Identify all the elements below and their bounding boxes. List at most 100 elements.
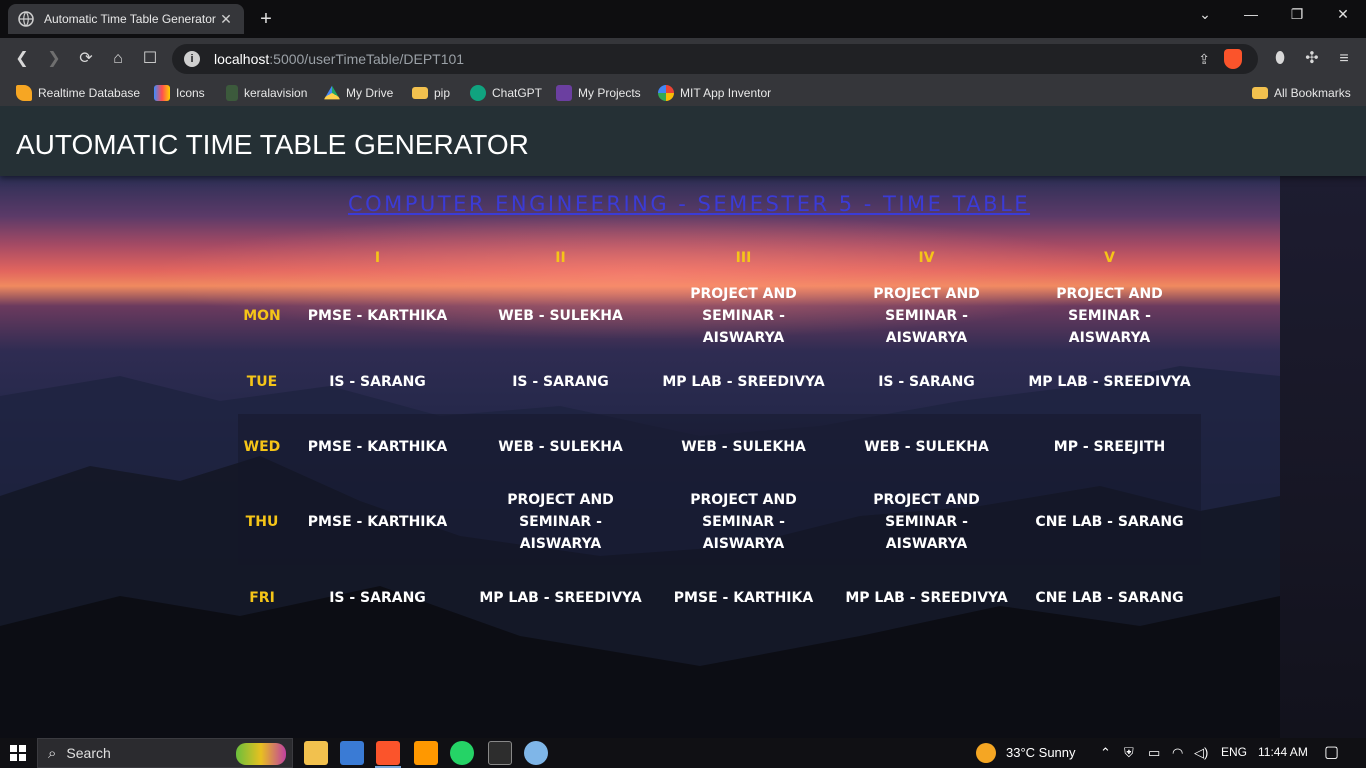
all-bookmarks[interactable]: All Bookmarks — [1252, 84, 1351, 102]
bookmark-item[interactable]: ChatGPT — [470, 84, 542, 102]
extensions-icon[interactable]: ✣ — [1300, 47, 1324, 71]
keralavision-icon — [226, 85, 238, 101]
timetable-cell: PMSE - KARTHIKA — [307, 514, 448, 530]
address-bar[interactable]: i localhost :5000/userTimeTable/DEPT101 … — [172, 44, 1258, 74]
timetable-cell: WEB - SULEKHA — [864, 438, 989, 455]
timetable-cell: IS - SARANG — [878, 373, 975, 390]
timetable-cell: PROJECT AND SEMINAR - AISWARYA — [507, 492, 614, 552]
terminal-icon[interactable] — [488, 741, 512, 765]
timetable-cell: IS - SARANG — [329, 589, 426, 606]
timetable-cell: MP LAB - SREEDIVYA — [1028, 373, 1191, 390]
timetable-cell: CNE LAB - SARANG — [1035, 514, 1184, 530]
keyboard-app-icon[interactable] — [340, 741, 364, 765]
google-drive-icon — [324, 85, 340, 100]
table-row: FRI IS - SARANG MP LAB - SREEDIVYA PMSE … — [238, 565, 1201, 630]
volume-icon[interactable]: ◁) — [1194, 745, 1208, 761]
timetable-cell: PROJECT AND SEMINAR - AISWARYA — [873, 286, 980, 346]
forward-button[interactable]: ❯ — [42, 47, 66, 71]
bookmarks-bar: Realtime Database Icons keralavision My … — [0, 80, 1366, 106]
language-indicator[interactable]: ENG — [1221, 745, 1247, 759]
page-viewport: AUTOMATIC TIME TABLE GENERATOR COMPUTER … — [0, 106, 1366, 738]
notifications-icon[interactable]: ▢ — [1324, 742, 1339, 762]
security-icon[interactable]: ⛨ — [1124, 745, 1134, 761]
timetable-title[interactable]: COMPUTER ENGINEERING - SEMESTER 5 - TIME… — [0, 192, 1366, 216]
new-tab-button[interactable]: + — [254, 6, 278, 32]
background-edge — [1280, 176, 1366, 738]
whatsapp-icon[interactable] — [450, 741, 474, 765]
timetable-cell: WEB - SULEKHA — [681, 438, 806, 455]
close-tab-icon[interactable]: ✕ — [218, 11, 234, 28]
timetable-cell: PMSE - KARTHIKA — [307, 308, 448, 324]
file-explorer-icon[interactable] — [304, 741, 328, 765]
browser-tab-strip: Automatic Time Table Generator ✕ + ⌄ — ❐… — [0, 0, 1366, 38]
share-icon[interactable]: ⇪ — [1198, 51, 1210, 68]
taskbar: ⌕ Search 33°C Sunny ⌃ ⛨ ▭ ◠ ◁) ENG 11:44… — [0, 738, 1366, 768]
menu-icon[interactable]: ≡ — [1332, 47, 1356, 71]
day-label: FRI — [249, 589, 275, 606]
period-header: I — [374, 250, 381, 266]
globe-icon — [18, 11, 34, 27]
timetable-cell: PMSE - KARTHIKA — [307, 438, 448, 455]
windows-start-icon[interactable] — [10, 745, 26, 761]
wallet-icon[interactable]: ⬮ — [1268, 47, 1292, 71]
app-icon[interactable] — [524, 741, 548, 765]
timetable-cell: IS - SARANG — [512, 373, 609, 390]
day-label: TUE — [246, 373, 278, 390]
timetable-cell: PMSE - KARTHIKA — [673, 589, 814, 606]
home-button[interactable]: ⌂ — [106, 47, 130, 71]
timetable-cell: MP LAB - SREEDIVYA — [845, 589, 1008, 606]
app-header: AUTOMATIC TIME TABLE GENERATOR — [0, 106, 1366, 176]
bookmark-item[interactable]: MIT App Inventor — [658, 84, 771, 102]
bookmark-item[interactable]: Realtime Database — [16, 84, 140, 102]
browser-tab[interactable]: Automatic Time Table Generator ✕ — [8, 4, 244, 34]
google-icon — [658, 85, 674, 101]
site-info-icon[interactable]: i — [184, 51, 200, 67]
table-row: MON PMSE - KARTHIKA WEB - SULEKHA PROJEC… — [238, 283, 1201, 349]
maximize-button[interactable]: ❐ — [1274, 0, 1320, 30]
taskbar-search[interactable]: ⌕ Search — [37, 738, 293, 768]
minimize-button[interactable]: — — [1228, 0, 1274, 30]
timetable: I II III IV V MON PMSE - KARTHIKA WEB - … — [238, 233, 1201, 630]
day-label: THU — [245, 514, 279, 530]
timetable-cell: CNE LAB - SARANG — [1035, 589, 1184, 606]
period-header: V — [1104, 250, 1115, 266]
battery-icon[interactable]: ▭ — [1148, 745, 1160, 761]
period-header: II — [555, 250, 566, 266]
timetable-cell: IS - SARANG — [329, 373, 426, 390]
timetable-cell: PROJECT AND SEMINAR - AISWARYA — [690, 286, 797, 346]
weather-text[interactable]: 33°C Sunny — [1006, 745, 1076, 760]
bookmark-page-icon[interactable]: ☐ — [138, 47, 162, 71]
show-hidden-icons[interactable]: ⌃ — [1100, 745, 1111, 761]
period-header: III — [735, 250, 752, 266]
projects-icon — [556, 85, 572, 101]
browser-toolbar: ❮ ❯ ⟳ ⌂ ☐ i localhost :5000/userTimeTabl… — [0, 38, 1366, 80]
bookmark-item[interactable]: keralavision — [226, 84, 307, 102]
bookmark-item[interactable]: My Projects — [556, 84, 641, 102]
timetable-cell: MP LAB - SREEDIVYA — [479, 589, 642, 606]
wifi-icon[interactable]: ◠ — [1172, 745, 1183, 761]
table-row: TUE IS - SARANG IS - SARANG MP LAB - SRE… — [238, 349, 1201, 414]
sublime-text-icon[interactable] — [414, 741, 438, 765]
tab-search-chevron-icon[interactable]: ⌄ — [1182, 0, 1228, 30]
reload-button[interactable]: ⟳ — [74, 47, 98, 71]
timetable-cell: MP - SREEJITH — [1053, 438, 1166, 455]
url-host: localhost — [214, 51, 270, 67]
close-window-button[interactable]: ✕ — [1320, 0, 1366, 30]
timetable-cell: PROJECT AND SEMINAR - AISWARYA — [873, 492, 980, 552]
url-path: :5000/userTimeTable/DEPT101 — [269, 51, 465, 67]
bookmark-item[interactable]: Icons — [154, 84, 205, 102]
timetable-cell: PROJECT AND SEMINAR - AISWARYA — [690, 492, 797, 552]
clock[interactable]: 11:44 AM — [1258, 745, 1308, 759]
folder-icon — [412, 87, 428, 99]
bookmark-item[interactable]: My Drive — [324, 84, 393, 102]
day-label: WED — [243, 438, 281, 455]
brave-shield-icon[interactable] — [1224, 49, 1242, 69]
timetable-cell: WEB - SULEKHA — [498, 308, 623, 324]
brave-browser-icon[interactable] — [376, 741, 400, 765]
bookmark-item[interactable]: pip — [412, 84, 450, 102]
table-row: WED PMSE - KARTHIKA WEB - SULEKHA WEB - … — [238, 414, 1201, 479]
back-button[interactable]: ❮ — [10, 47, 34, 71]
folder-icon — [1252, 87, 1268, 99]
period-header-row: I II III IV V — [238, 233, 1201, 283]
timetable-cell: MP LAB - SREEDIVYA — [662, 373, 825, 390]
